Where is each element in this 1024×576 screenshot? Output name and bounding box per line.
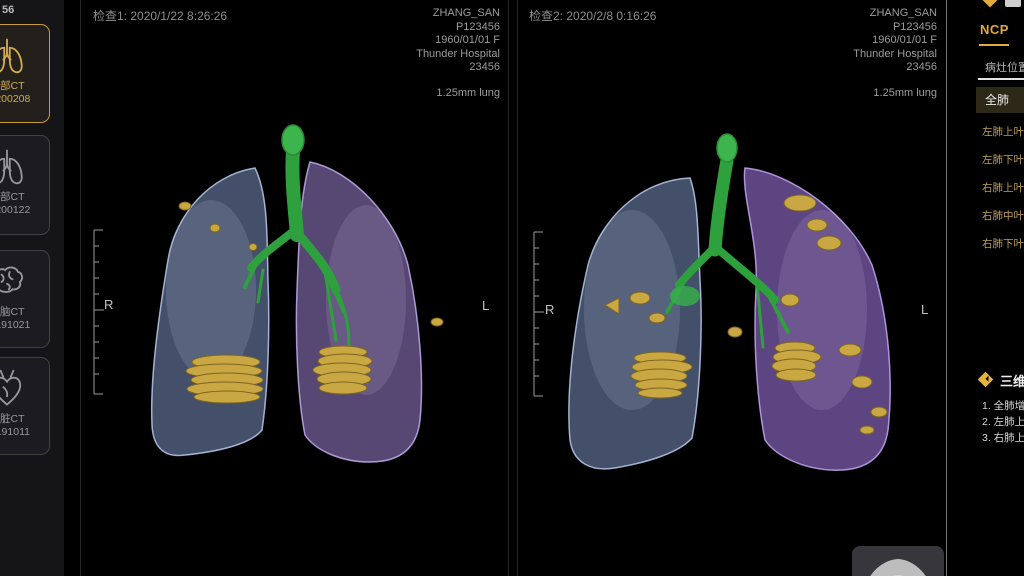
- patient-name: ZHANG_SAN: [300, 7, 500, 21]
- brain-icon: [0, 260, 29, 304]
- ct-slice-image: [852, 546, 944, 576]
- study2-patient-info: ZHANG_SAN P123456 1960/01/01 F Thunder H…: [737, 7, 937, 100]
- diamond-icon: [982, 0, 999, 7]
- sidebar-item-cardiac-ct-20191011[interactable]: 心脏CT 20191011: [0, 357, 50, 455]
- sidebar-item-chest-ct-20200208[interactable]: 胸部CT 20200208: [0, 24, 50, 123]
- institution: Thunder Hospital: [737, 48, 937, 62]
- study2-header: 检查2: 2020/2/8 0:16:26: [529, 7, 656, 24]
- study1-orientation-right-marker: R: [104, 297, 113, 312]
- analysis-panel: NCP 病灶位置 全肺 左肺上叶 左肺下叶 右肺上叶 右肺中叶 右肺下叶 三维 …: [946, 0, 1024, 576]
- heart-icon: [0, 367, 29, 411]
- sidebar-item-chest-ct-20200122[interactable]: 胸部CT 20200122: [0, 135, 50, 235]
- study-modality: 颅脑CT: [0, 306, 49, 319]
- tab-active-underline: [979, 44, 1009, 46]
- study-date: 20191021: [0, 319, 49, 332]
- location-item-left-lower-lobe[interactable]: 左肺下叶: [982, 152, 1024, 167]
- location-item-left-upper-lobe[interactable]: 左肺上叶: [982, 124, 1024, 139]
- lungs-icon: [0, 145, 29, 189]
- study-modality: 心脏CT: [0, 413, 49, 426]
- location-item-whole-lung[interactable]: 全肺: [976, 87, 1024, 113]
- accession-number: 23456: [737, 61, 937, 75]
- study1-header: 检查1: 2020/1/22 8:26:26: [93, 7, 227, 24]
- study2-orientation-left-marker: L: [921, 302, 928, 317]
- patient-id: P123456: [737, 21, 937, 35]
- patient-name: ZHANG_SAN: [737, 7, 937, 21]
- patient-birth-sex: 1960/01/01 F: [300, 34, 500, 48]
- app-window: 56 胸部CT 20200208 胸部CT 2020012: [0, 0, 1024, 576]
- finding-item-2: 2. 左肺上叶: [982, 414, 1024, 429]
- sidebar-clipped-text: 56: [2, 4, 14, 16]
- lesion-location-section-title: 病灶位置: [985, 59, 1024, 75]
- panel-toggle-icon[interactable]: [1005, 0, 1021, 7]
- series-info: 1.25mm lung: [737, 87, 937, 101]
- viewport1-right-border: [508, 0, 509, 576]
- study-modality: 胸部CT: [0, 80, 49, 93]
- accession-number: 23456: [300, 61, 500, 75]
- patient-id: P123456: [300, 21, 500, 35]
- report-section-title: 三维: [1000, 371, 1024, 390]
- study-date: 20200208: [0, 93, 49, 106]
- sidebar-item-brain-ct-20191021[interactable]: 颅脑CT 20191021: [0, 250, 50, 348]
- finding-item-3: 3. 右肺上叶: [982, 430, 1024, 445]
- location-item-right-upper-lobe[interactable]: 右肺上叶: [982, 180, 1024, 195]
- lungs-icon: [0, 34, 29, 78]
- study-date: 20200122: [0, 204, 49, 217]
- series-info: 1.25mm lung: [300, 87, 500, 101]
- location-item-right-lower-lobe[interactable]: 右肺下叶: [982, 236, 1024, 251]
- study-modality: 胸部CT: [0, 191, 49, 204]
- finding-item-1: 1. 全肺增加: [982, 398, 1024, 413]
- study1-ruler: [90, 226, 110, 398]
- section-underline: [978, 78, 1024, 80]
- ct-slice-thumbnail[interactable]: [852, 546, 944, 576]
- tab-ncp[interactable]: NCP: [980, 22, 1009, 37]
- location-item-right-middle-lobe[interactable]: 右肺中叶: [982, 208, 1024, 223]
- institution: Thunder Hospital: [300, 48, 500, 62]
- study2-orientation-right-marker: R: [545, 302, 554, 317]
- patient-birth-sex: 1960/01/01 F: [737, 34, 937, 48]
- study-date: 20191011: [0, 426, 49, 439]
- study1-orientation-left-marker: L: [482, 298, 489, 313]
- report-diamond-icon: [978, 372, 994, 388]
- study-sidebar: 56 胸部CT 20200208 胸部CT 2020012: [0, 0, 64, 576]
- study1-patient-info: ZHANG_SAN P123456 1960/01/01 F Thunder H…: [300, 7, 500, 100]
